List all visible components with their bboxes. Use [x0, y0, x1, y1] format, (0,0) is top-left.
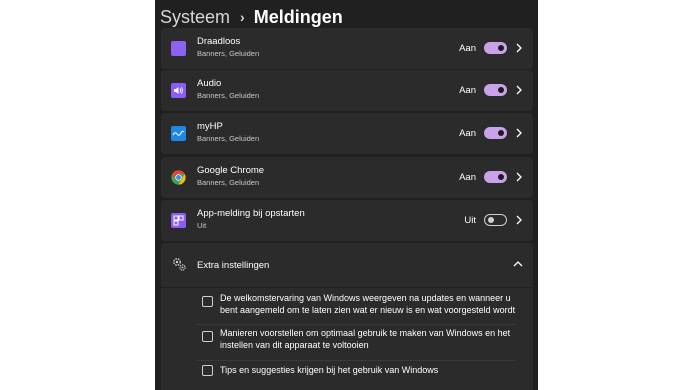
toggle-knob [498, 87, 504, 93]
toggle-state-label: Aan [459, 85, 476, 96]
chevron-right-icon[interactable] [514, 170, 524, 184]
divider [196, 324, 516, 325]
notification-toggle[interactable] [484, 84, 507, 96]
app-subtitle: Banners, Geluiden [197, 178, 260, 187]
divider [196, 360, 516, 361]
app-subtitle: Banners, Geluiden [197, 49, 260, 58]
app-row-audio[interactable]: Audio Banners, Geluiden Aan [161, 70, 533, 111]
checkbox[interactable] [202, 296, 213, 307]
app-name: Draadloos [197, 36, 241, 47]
hp-logo-icon [172, 130, 185, 136]
wireless-app-icon [171, 41, 186, 56]
toggle-knob [498, 174, 504, 180]
app-row-startup-notification[interactable]: App-melding bij opstarten Uit Uit [161, 200, 533, 241]
settings-panel: Systeem › Meldingen Draadloos Banners, G… [155, 0, 538, 390]
chrome-logo-icon [171, 170, 186, 185]
notification-toggle[interactable] [484, 171, 507, 183]
checkbox[interactable] [202, 331, 213, 342]
checkbox[interactable] [202, 365, 213, 376]
app-row-google-chrome[interactable]: Google Chrome Banners, Geluiden Aan [161, 157, 533, 198]
app-subtitle: Banners, Geluiden [197, 91, 260, 100]
speaker-icon [174, 87, 183, 94]
toggle-state-label: Uit [464, 215, 476, 226]
extra-settings-title: Extra instellingen [197, 260, 270, 271]
gears-icon [173, 258, 186, 271]
app-name: App-melding bij opstarten [197, 208, 305, 219]
app-name: Audio [197, 78, 222, 89]
chevron-right-icon[interactable] [514, 83, 524, 97]
toggle-state-label: Aan [459, 172, 476, 183]
option-label: Tips en suggesties krijgen bij het gebru… [220, 365, 439, 375]
extra-settings-header[interactable]: Extra instellingen [161, 243, 533, 287]
option-label: De welkomstervaring van Windows weergeve… [220, 293, 516, 315]
myhp-app-icon [171, 126, 186, 141]
page-title: Meldingen [253, 6, 343, 27]
breadcrumb-separator: › [240, 9, 245, 25]
option-label: Manieren voorstellen om optimaal gebruik… [220, 328, 511, 350]
chevron-right-icon[interactable] [514, 126, 524, 140]
option-tips-suggestions[interactable]: Tips en suggesties krijgen bij het gebru… [196, 364, 516, 380]
toggle-knob [498, 130, 504, 136]
option-welcome-experience[interactable]: De welkomstervaring van Windows weergeve… [196, 292, 516, 322]
chevron-right-icon[interactable] [514, 213, 524, 227]
option-suggest-setup[interactable]: Manieren voorstellen om optimaal gebruik… [196, 327, 516, 357]
notification-toggle[interactable] [484, 127, 507, 139]
app-row-draadloos[interactable]: Draadloos Banners, Geluiden Aan [161, 28, 533, 69]
app-subtitle: Uit [197, 221, 207, 230]
grid-icon [173, 215, 184, 226]
extra-settings-options: De welkomstervaring van Windows weergeve… [161, 288, 533, 390]
notification-toggle[interactable] [484, 214, 507, 226]
breadcrumb-systeem-link[interactable]: Systeem [160, 7, 230, 28]
toggle-state-label: Aan [459, 128, 476, 139]
chevron-up-icon[interactable] [512, 259, 524, 269]
toggle-state-label: Aan [459, 43, 476, 54]
notification-toggle[interactable] [484, 42, 507, 54]
startup-app-icon [171, 213, 186, 228]
breadcrumb: Systeem › Meldingen [160, 4, 343, 30]
app-name: myHP [197, 121, 223, 132]
app-row-myhp[interactable]: myHP Banners, Geluiden Aan [161, 113, 533, 154]
audio-app-icon [171, 83, 186, 98]
app-subtitle: Banners, Geluiden [197, 134, 260, 143]
toggle-knob [488, 217, 494, 223]
toggle-knob [498, 45, 504, 51]
app-name: Google Chrome [197, 165, 265, 176]
chevron-right-icon[interactable] [514, 41, 524, 55]
chrome-app-icon [171, 170, 186, 185]
